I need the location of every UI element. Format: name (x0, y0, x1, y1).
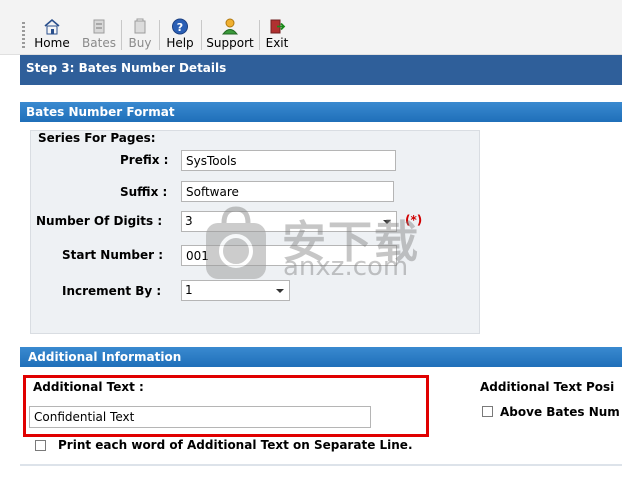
shopping-bag-icon (206, 206, 266, 279)
digits-value: 3 (185, 214, 193, 228)
svg-text:?: ? (177, 21, 183, 34)
bates-label: Bates (82, 36, 116, 50)
exit-icon (270, 19, 286, 34)
suffix-label: Suffix : (120, 185, 168, 199)
watermark-url: anxz.com (283, 252, 409, 282)
prefix-input[interactable] (181, 150, 396, 171)
above-bates-checkbox[interactable] (482, 406, 493, 417)
step-title: Step 3: Bates Number Details (26, 61, 227, 75)
watermark-logo (200, 205, 272, 281)
step-header: Step 3: Bates Number Details (20, 55, 622, 85)
additional-section-header: Additional Information (20, 347, 622, 367)
toolbar: Home Bates Buy ? Help Support Exit (0, 0, 622, 55)
bates-button[interactable]: Bates (82, 18, 116, 54)
help-button[interactable]: ? Help (164, 18, 196, 54)
additional-section-title: Additional Information (28, 350, 182, 364)
buy-icon (134, 18, 146, 34)
separate-line-label: Print each word of Additional Text on Se… (58, 438, 413, 452)
help-label: Help (166, 36, 194, 50)
format-section-title: Bates Number Format (26, 105, 175, 119)
prefix-label: Prefix : (120, 153, 169, 167)
toolbar-separator (159, 20, 160, 50)
exit-label: Exit (265, 36, 289, 50)
position-label: Additional Text Posi (480, 380, 615, 394)
increment-label: Increment By : (62, 284, 162, 298)
bates-icon (93, 19, 105, 34)
increment-select[interactable]: 1 (181, 280, 290, 301)
home-icon (44, 18, 60, 35)
toolbar-separator (201, 20, 202, 50)
start-number-label: Start Number : (62, 248, 164, 262)
support-person-icon (221, 18, 239, 35)
home-button[interactable]: Home (32, 18, 72, 54)
above-bates-label: Above Bates Num (500, 405, 620, 419)
digits-label: Number Of Digits : (36, 214, 163, 228)
toolbar-separator (121, 20, 122, 50)
home-label: Home (34, 36, 70, 50)
toolbar-separator (259, 20, 260, 50)
suffix-input[interactable] (181, 181, 394, 202)
exit-button[interactable]: Exit (264, 18, 290, 54)
format-section-header: Bates Number Format (20, 102, 622, 122)
help-icon: ? (172, 18, 188, 35)
support-button[interactable]: Support (206, 18, 254, 54)
support-label: Support (206, 36, 254, 50)
additional-text-label: Additional Text : (33, 380, 144, 394)
toolbar-grip (22, 22, 25, 48)
separate-line-checkbox[interactable] (35, 440, 46, 451)
buy-label: Buy (128, 36, 152, 50)
bottom-divider (20, 464, 622, 466)
series-label: Series For Pages: (38, 131, 156, 145)
additional-text-input[interactable] (29, 406, 371, 428)
chevron-down-icon (276, 289, 284, 293)
increment-value: 1 (185, 283, 193, 297)
buy-button[interactable]: Buy (126, 18, 154, 54)
